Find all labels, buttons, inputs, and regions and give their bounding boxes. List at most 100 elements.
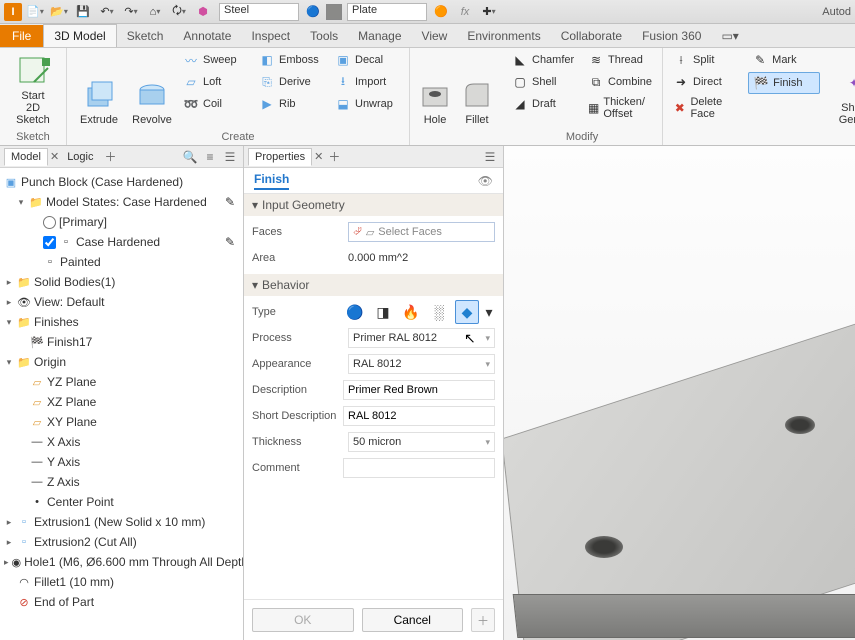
tab-annotate[interactable]: Annotate (173, 25, 241, 47)
tab-collaborate[interactable]: Collaborate (551, 25, 632, 47)
new-icon[interactable]: 📄▾ (24, 3, 46, 21)
coil-button[interactable]: ➿Coil (179, 94, 251, 114)
add-tab-icon[interactable]: ＋ (101, 148, 119, 165)
appearance-swatch-icon[interactable] (326, 4, 342, 20)
tree-extrusion1[interactable]: ▸▫Extrusion1 (New Solid x 10 mm) (2, 512, 241, 532)
type-dropdown-icon[interactable]: ▾ (483, 300, 495, 324)
measure-icon[interactable]: ✚▾ (478, 3, 500, 21)
tab-manage[interactable]: Manage (348, 25, 411, 47)
select-faces-input[interactable]: ⮰ ▱ Select Faces (348, 222, 495, 242)
thickness-select[interactable]: 50 micron (348, 432, 495, 452)
chamfer-button[interactable]: ◣Chamfer (508, 50, 580, 70)
tab-inspect[interactable]: Inspect (241, 25, 300, 47)
rib-button[interactable]: ▶Rib (255, 94, 327, 114)
tree-finishes[interactable]: ▾📁Finishes (2, 312, 241, 332)
tree-origin[interactable]: ▾📁Origin (2, 352, 241, 372)
search-icon[interactable]: 🔍 (181, 150, 199, 164)
logic-tab[interactable]: Logic (61, 149, 99, 165)
tab-environments[interactable]: Environments (457, 25, 550, 47)
ok-button[interactable]: OK (252, 608, 354, 632)
comment-input[interactable] (343, 458, 495, 478)
extrude-button[interactable]: Extrude (73, 50, 125, 128)
finish-button[interactable]: 🏁Finish (748, 72, 820, 94)
thread-button[interactable]: ≋Thread (584, 50, 656, 70)
tree-x-axis[interactable]: —X Axis (2, 432, 241, 452)
filter-icon[interactable]: ≡ (201, 150, 219, 164)
derive-button[interactable]: ⎘Derive (255, 72, 327, 92)
description-input[interactable] (343, 380, 495, 400)
tab-3d-model[interactable]: 3D Model (43, 24, 116, 47)
short-desc-input[interactable] (343, 406, 495, 426)
properties-menu-icon[interactable]: ☰ (481, 150, 499, 164)
tree-case-hardened[interactable]: ▫Case Hardened✎ (2, 232, 241, 252)
thicken-button[interactable]: ▦Thicken/ Offset (584, 94, 656, 122)
tree-end-of-part[interactable]: ⊘End of Part (2, 592, 241, 612)
import-button[interactable]: ⭳Import (331, 72, 403, 92)
tree-painted[interactable]: ▫Painted (2, 252, 241, 272)
tree-root[interactable]: ▣Punch Block (Case Hardened) (2, 172, 241, 192)
edit-icon[interactable]: ✎ (225, 195, 235, 209)
add-property-button[interactable]: ＋ (471, 608, 495, 632)
tree-xy-plane[interactable]: ▱XY Plane (2, 412, 241, 432)
tree-finish17[interactable]: 🏁Finish17 (2, 332, 241, 352)
appearance-picker-icon[interactable]: 🔵 (302, 3, 324, 21)
tree-view-default[interactable]: ▸👁View: Default (2, 292, 241, 312)
model-tree[interactable]: ▣Punch Block (Case Hardened) ▾📁Model Sta… (0, 168, 243, 640)
properties-tab[interactable]: Properties (248, 148, 312, 166)
tab-file[interactable]: File (0, 25, 43, 47)
hole-button[interactable]: Hole (416, 50, 454, 128)
material-picker-icon[interactable]: ⬢ (192, 3, 214, 21)
app-logo[interactable]: I (4, 3, 22, 21)
tree-y-axis[interactable]: —Y Axis (2, 452, 241, 472)
undo-icon[interactable]: ↶▾ (96, 3, 118, 21)
unwrap-button[interactable]: ⬓Unwrap (331, 94, 403, 114)
split-button[interactable]: ⟊Split (669, 50, 744, 70)
decal-button[interactable]: ▣Decal (331, 50, 403, 70)
save-icon[interactable]: 💾 (72, 3, 94, 21)
tree-primary[interactable]: [Primary] (2, 212, 241, 232)
add-properties-tab-icon[interactable]: ＋ (325, 148, 343, 165)
tree-model-states[interactable]: ▾📁Model States: Case Hardened✎ (2, 192, 241, 212)
revolve-button[interactable]: Revolve (129, 50, 175, 128)
process-select[interactable]: Primer RAL 8012 (348, 328, 495, 348)
combine-button[interactable]: ⧉Combine (584, 72, 656, 92)
feature-name[interactable]: Finish (254, 172, 289, 190)
primary-radio[interactable] (43, 216, 56, 229)
tree-xz-plane[interactable]: ▱XZ Plane (2, 392, 241, 412)
case-hardened-checkbox[interactable] (43, 236, 56, 249)
properties-tab-close-icon[interactable]: ✕ (314, 150, 323, 163)
tab-sketch[interactable]: Sketch (117, 25, 174, 47)
tree-center-point[interactable]: •Center Point (2, 492, 241, 512)
tree-z-axis[interactable]: —Z Axis (2, 472, 241, 492)
tab-fusion360[interactable]: Fusion 360 (632, 25, 711, 47)
type-surface-icon[interactable]: ◨ (371, 300, 395, 324)
tab-tools[interactable]: Tools (300, 25, 348, 47)
redo-icon[interactable]: ↷▾ (120, 3, 142, 21)
menu-icon[interactable]: ☰ (221, 150, 239, 164)
fillet-button[interactable]: Fillet (458, 50, 496, 128)
3d-viewport[interactable] (504, 146, 855, 640)
tree-yz-plane[interactable]: ▱YZ Plane (2, 372, 241, 392)
section-behavior[interactable]: ▾Behavior (244, 274, 503, 296)
edit-icon[interactable]: ✎ (225, 235, 235, 249)
delete-face-button[interactable]: ✖Delete Face (669, 94, 744, 122)
update-icon[interactable]: 🗘▾ (168, 3, 190, 21)
type-coating-icon[interactable]: ░ (427, 300, 451, 324)
mark-button[interactable]: ✎Mark (748, 50, 820, 70)
tree-extrusion2[interactable]: ▸▫Extrusion2 (Cut All) (2, 532, 241, 552)
material-select[interactable]: Steel (219, 3, 299, 21)
type-paint-icon[interactable]: ◆ (455, 300, 479, 324)
type-material-icon[interactable]: 🔵 (343, 300, 367, 324)
section-input-geometry[interactable]: ▾Input Geometry (244, 194, 503, 216)
open-icon[interactable]: 📂▾ (48, 3, 70, 21)
model-tab[interactable]: Model (4, 148, 48, 166)
appearance-override-icon[interactable]: 🟠 (430, 3, 452, 21)
sweep-button[interactable]: 〰Sweep (179, 50, 251, 70)
model-tab-close-icon[interactable]: ✕ (50, 150, 59, 163)
visibility-toggle-icon[interactable]: 👁 (478, 174, 493, 188)
parameters-icon[interactable]: fx (454, 3, 476, 21)
draft-button[interactable]: ◢Draft (508, 94, 580, 114)
appearance-select-prop[interactable]: RAL 8012 (348, 354, 495, 374)
type-heat-icon[interactable]: 🔥 (399, 300, 423, 324)
loft-button[interactable]: ▱Loft (179, 72, 251, 92)
